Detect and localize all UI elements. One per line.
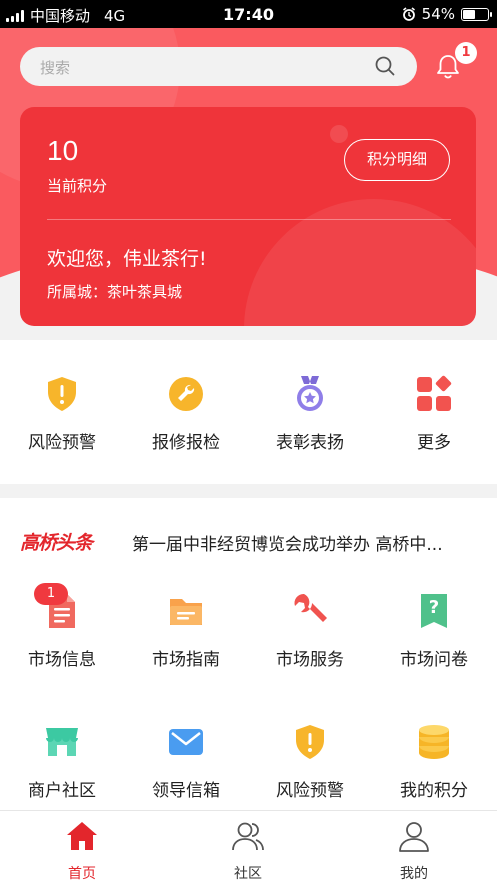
quick-action-commendation[interactable]: 表彰表扬 [248, 374, 372, 453]
svg-text:?: ? [429, 597, 439, 618]
questionnaire-icon: ? [414, 591, 454, 631]
service-label: 市场信息 [28, 650, 96, 670]
home-icon [67, 822, 97, 850]
shield-warning-icon [42, 374, 82, 414]
news-headline[interactable]: 第一届中非经贸博览会成功举办 高桥中... [132, 530, 477, 555]
tab-label: 首页 [68, 866, 96, 882]
news-logo: 高桥头条 [20, 532, 93, 554]
profile-icon [399, 822, 429, 852]
service-label: 风险预警 [276, 781, 344, 801]
points-label: 当前积分 [47, 177, 108, 195]
service-market-questionnaire[interactable]: ? 市场问卷 [372, 591, 496, 670]
shield-warning-icon [290, 722, 330, 762]
service-market-info[interactable]: 1 市场信息 [0, 583, 124, 670]
quick-actions-panel: 风险预警 报修报检 表彰表扬 更多 [0, 340, 497, 484]
search-placeholder: 搜索 [40, 59, 71, 77]
service-label: 市场问卷 [400, 650, 468, 670]
folder-icon [166, 591, 206, 631]
service-label: 市场指南 [152, 650, 220, 670]
bottom-tab-bar: 首页 社区 我的 [0, 810, 497, 883]
news-ticker[interactable]: 高桥头条 第一届中非经贸博览会成功举办 高桥中... [0, 528, 497, 558]
quick-action-label: 风险预警 [28, 433, 96, 453]
notification-badge: 1 [455, 42, 477, 64]
city-text: 所属城：茶叶茶具城 [47, 283, 183, 301]
quick-action-label: 表彰表扬 [276, 433, 344, 453]
service-my-points[interactable]: 我的积分 [372, 722, 496, 801]
tab-label: 我的 [400, 866, 428, 882]
search-icon [375, 56, 395, 76]
tab-community[interactable]: 社区 [188, 819, 308, 883]
points-card: 10 当前积分 积分明细 欢迎您，伟业茶行! 所属城：茶叶茶具城 [20, 107, 476, 326]
quick-action-more[interactable]: 更多 [372, 374, 496, 453]
service-label: 领导信箱 [152, 781, 220, 801]
card-divider [47, 219, 451, 220]
service-market-guide[interactable]: 市场指南 [124, 591, 248, 670]
service-risk-warning[interactable]: 风险预警 [248, 722, 372, 801]
wrench-icon [290, 591, 330, 631]
unread-badge: 1 [34, 583, 68, 605]
points-value: 10 [47, 135, 79, 166]
store-icon [42, 722, 82, 762]
quick-action-repair[interactable]: 报修报检 [124, 374, 248, 453]
coins-icon [414, 722, 454, 762]
tab-home[interactable]: 首页 [22, 819, 142, 883]
wrench-icon [166, 374, 206, 414]
tab-profile[interactable]: 我的 [354, 819, 474, 883]
tab-label: 社区 [234, 866, 262, 882]
points-detail-button[interactable]: 积分明细 [344, 139, 450, 181]
status-bar: 中国移动 4G 17:40 54% [0, 0, 497, 28]
search-bar[interactable]: 搜索 [20, 47, 417, 86]
mail-icon [166, 722, 206, 762]
service-label: 市场服务 [276, 650, 344, 670]
alarm-icon [402, 7, 415, 21]
quick-action-risk-warning[interactable]: 风险预警 [0, 374, 124, 453]
medal-icon [290, 374, 330, 414]
welcome-text: 欢迎您，伟业茶行! [47, 248, 207, 270]
service-market-service[interactable]: 市场服务 [248, 591, 372, 670]
battery-icon [461, 7, 492, 21]
more-grid-icon [414, 374, 454, 414]
service-label: 我的积分 [400, 781, 468, 801]
service-label: 商户社区 [28, 781, 96, 801]
service-merchant-community[interactable]: 商户社区 [0, 722, 124, 801]
quick-action-label: 报修报检 [152, 433, 220, 453]
community-icon [232, 822, 264, 851]
service-leader-mailbox[interactable]: 领导信箱 [124, 722, 248, 801]
quick-action-label: 更多 [417, 433, 451, 453]
battery-percent: 54% [421, 5, 455, 23]
